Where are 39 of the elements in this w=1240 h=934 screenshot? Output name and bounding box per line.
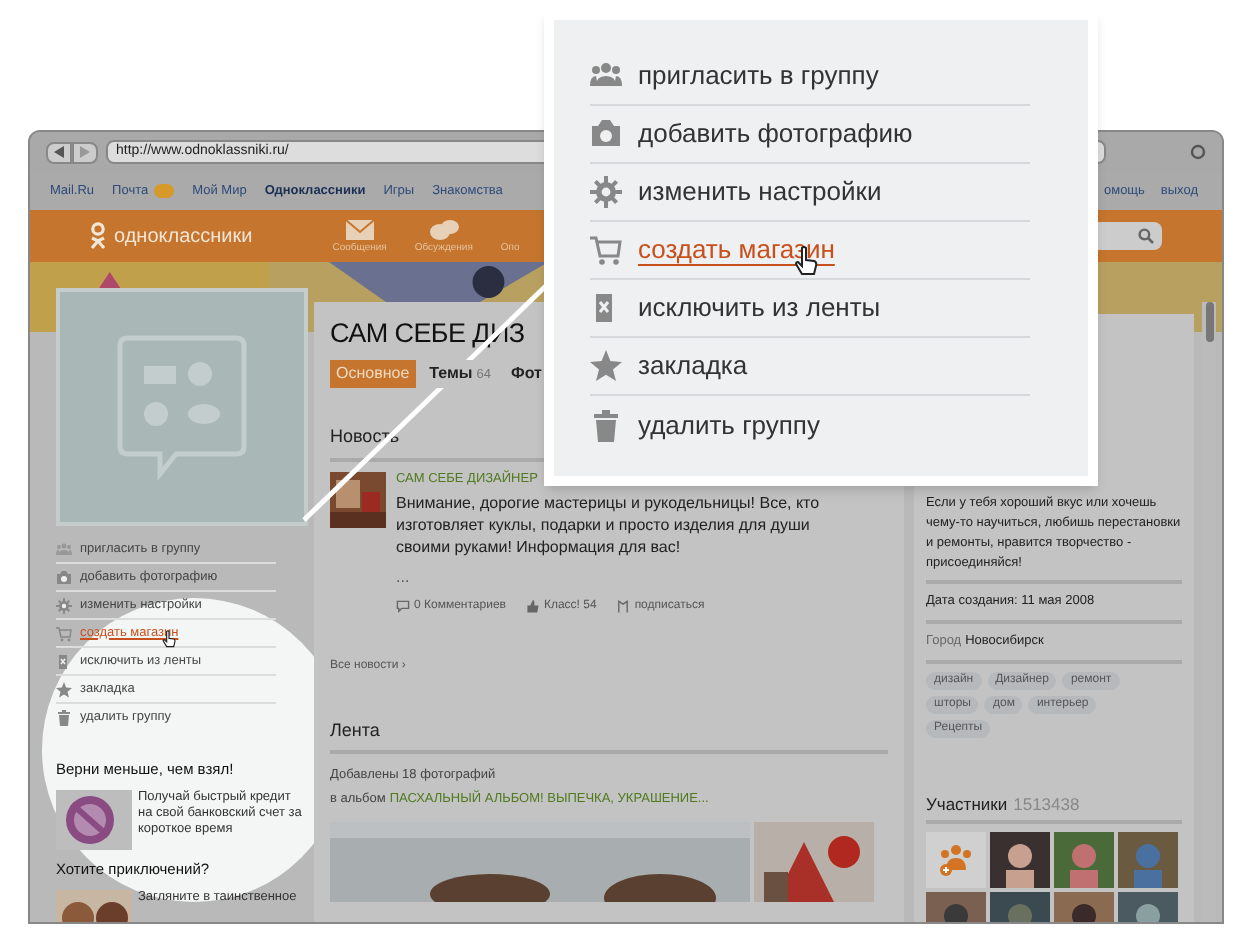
back-button[interactable] <box>46 141 72 163</box>
group-tab[interactable]: Фот <box>504 360 548 388</box>
section-heading: Лента <box>330 717 888 754</box>
people-icon <box>590 60 622 92</box>
menu-item[interactable]: пригласить в группу <box>638 56 879 96</box>
post-text: Внимание, дорогие мастерицы и рукодельницы! Все, кто изготовляет куклы, подарки и просто изделия для души своими руками! Информация для вас! <box>396 491 822 557</box>
thumbs-up-icon <box>525 599 540 613</box>
document-cross-icon <box>56 653 72 669</box>
add-member-tile[interactable] <box>926 832 986 889</box>
gear-icon <box>590 176 622 208</box>
menu-item[interactable]: изменить настройки <box>638 172 882 212</box>
back-icon <box>54 146 64 158</box>
camera-icon <box>590 118 622 150</box>
star-icon <box>590 350 622 382</box>
cart-icon <box>590 234 622 266</box>
trash-icon <box>590 409 622 441</box>
people-icon <box>56 541 72 557</box>
trash-icon <box>56 710 72 726</box>
star-icon <box>56 681 72 697</box>
chat-bubbles-icon <box>427 218 460 242</box>
gear-icon <box>56 597 72 613</box>
menu-item[interactable]: закладка <box>638 346 748 386</box>
section-heading: Участники <box>926 791 1008 817</box>
member-count: 1513438 <box>1013 791 1080 817</box>
comment-icon <box>396 599 410 613</box>
menu-item[interactable]: исключить из ленты <box>638 288 881 328</box>
group-tab[interactable]: Основное <box>330 360 416 388</box>
envelope-icon <box>343 218 376 242</box>
logo-icon <box>90 222 106 250</box>
menu-item[interactable]: добавить фотографию <box>638 114 913 154</box>
forward-button[interactable] <box>72 141 98 163</box>
camera-icon <box>56 569 72 585</box>
site-logo[interactable]: одноклассники <box>114 221 253 251</box>
forward-icon <box>80 146 90 158</box>
cart-icon <box>56 625 72 641</box>
subscribe-icon <box>616 599 631 613</box>
search-icon <box>1138 228 1154 244</box>
reload-icon[interactable] <box>1190 144 1206 160</box>
ellipsis-text: ... <box>396 569 412 585</box>
